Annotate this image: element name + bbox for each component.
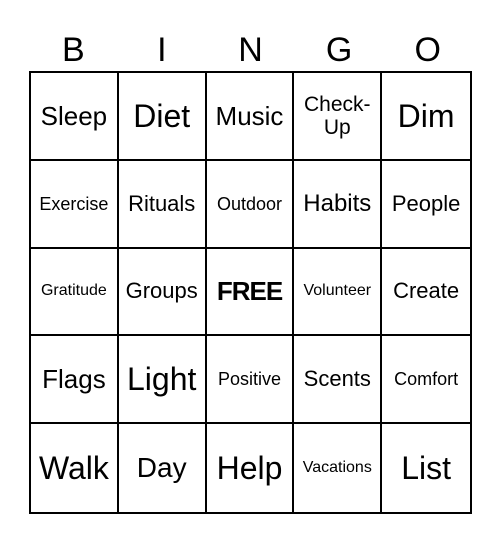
header-letter-n: N — [238, 31, 263, 69]
bingo-cell[interactable]: Dim — [382, 73, 470, 161]
bingo-cell[interactable]: Walk — [31, 424, 119, 512]
bingo-cell[interactable]: Exercise — [31, 160, 119, 249]
bingo-cell[interactable]: Vacations — [294, 424, 383, 512]
bingo-header: B I N G O — [29, 30, 472, 70]
bingo-cell[interactable]: Groups — [118, 248, 207, 337]
header-letter-i: I — [157, 31, 167, 69]
bingo-cell[interactable]: Day — [119, 424, 207, 512]
header-letter-o: O — [414, 31, 441, 69]
bingo-cell[interactable]: Music — [206, 73, 295, 161]
header-letter-b: B — [61, 31, 85, 69]
bingo-cell[interactable]: Volunteer — [294, 248, 383, 337]
bingo-cell[interactable]: Scents — [294, 336, 383, 425]
bingo-cell[interactable]: List — [382, 424, 470, 512]
bingo-cell[interactable]: Comfort — [382, 336, 470, 425]
bingo-cell[interactable]: Light — [118, 336, 207, 425]
bingo-cell-line: Check- — [304, 92, 371, 116]
bingo-cell[interactable]: Gratitude — [31, 248, 119, 337]
bingo-cell[interactable]: Diet — [118, 73, 207, 161]
bingo-cell[interactable]: Help — [207, 424, 295, 512]
bingo-cell-line: Up — [323, 115, 351, 139]
bingo-cell[interactable]: Positive — [206, 336, 295, 425]
bingo-cell[interactable]: Habits — [294, 160, 383, 249]
bingo-cell[interactable]: Outdoor — [206, 160, 295, 249]
bingo-cell[interactable]: Flags — [31, 336, 119, 425]
bingo-cell[interactable]: Check- Up — [294, 73, 383, 161]
bingo-cell[interactable]: People — [382, 161, 470, 249]
header-letter-g: G — [325, 31, 353, 69]
bingo-cell[interactable]: Create — [382, 249, 470, 337]
bingo-cell[interactable]: Rituals — [118, 160, 207, 249]
free-space[interactable]: FREE — [206, 248, 295, 337]
bingo-cell[interactable]: Sleep — [31, 73, 119, 161]
bingo-grid: Sleep Diet Music Check- Up Dim Exercise … — [29, 71, 472, 514]
